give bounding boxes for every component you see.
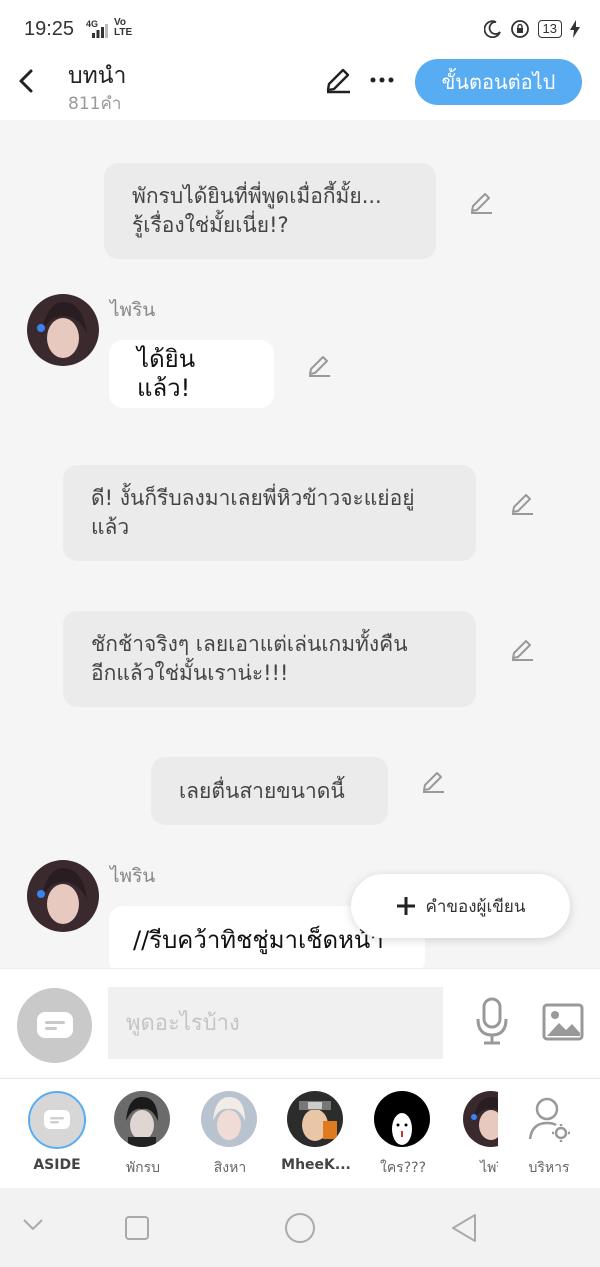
chat-area[interactable]: พักรบได้ยินที่พี่พูดเมื่อกี้มั้ย... รู้เ… — [0, 120, 600, 968]
character-label: สิงหา — [213, 1160, 247, 1176]
more-icon[interactable] — [370, 76, 394, 84]
edit-message-icon[interactable] — [306, 353, 332, 379]
edit-message-icon[interactable] — [468, 190, 494, 216]
home-icon[interactable] — [284, 1212, 316, 1244]
input-bar — [0, 968, 600, 1078]
volte-indicator: Vo LTE — [114, 17, 133, 38]
manage-characters[interactable]: บริหาร — [509, 1091, 589, 1181]
author-note-button[interactable]: คำของผู้เขียน — [351, 874, 570, 938]
plus-icon — [397, 897, 416, 915]
character-name: ไพริน — [110, 299, 156, 321]
edit-message-icon[interactable] — [420, 769, 446, 795]
rotation-lock-icon — [510, 20, 529, 38]
character-label: พักรบ — [125, 1160, 161, 1176]
avatar — [463, 1091, 498, 1147]
manage-users-icon — [528, 1097, 570, 1142]
character-aside[interactable]: ASIDE — [17, 1091, 97, 1181]
character-portrait — [27, 860, 99, 932]
character-label: MheeK... — [281, 1157, 351, 1173]
avatar — [374, 1091, 430, 1147]
edit-message-icon[interactable] — [509, 491, 535, 517]
charging-icon — [570, 20, 580, 38]
moon-icon — [483, 20, 501, 38]
back-icon[interactable] — [450, 1213, 478, 1243]
chat-bubble-icon — [44, 1110, 70, 1129]
avatar — [287, 1091, 343, 1147]
system-nav-bar — [0, 1188, 600, 1267]
page-title: บทนำ — [68, 63, 127, 89]
message-input[interactable] — [108, 987, 443, 1059]
character-bubble[interactable]: ได้ยินแล้ว! — [109, 340, 274, 408]
aside-avatar — [28, 1091, 86, 1149]
narration-bubble[interactable]: เลยตื่นสายขนาดนี้ — [151, 757, 388, 825]
character-portrait — [27, 294, 99, 366]
recent-apps-icon[interactable] — [124, 1215, 150, 1241]
status-bar: 19:25 4G Vo LTE 13 — [0, 0, 600, 58]
chat-bubble-icon — [36, 1011, 73, 1038]
edit-title-icon[interactable] — [324, 66, 352, 94]
author-note-label: คำของผู้เขียน — [425, 896, 526, 917]
battery-level: 13 — [537, 20, 562, 38]
character-item[interactable]: สิงหา — [190, 1091, 270, 1181]
message-text: พักรบได้ยินที่พี่พูดเมื่อกี้มั้ย... รู้เ… — [132, 184, 382, 237]
character-item[interactable]: ไพริ — [452, 1091, 498, 1181]
character-label: ใคร??? — [379, 1160, 426, 1176]
narration-bubble[interactable]: ดี! งั้นก็รีบลงมาเลยพี่หิวข้าวจะแย่อยู่ … — [63, 465, 476, 561]
word-count: 811คำ — [68, 94, 122, 114]
character-label: บริหาร — [528, 1160, 570, 1176]
message-text: ดี! งั้นก็รีบลงมาเลยพี่หิวข้าวจะแย่อยู่ … — [91, 486, 415, 539]
character-bar: ASIDE พักรบ สิงหา MheeK... ใคร??? ไพริ — [0, 1078, 600, 1188]
next-step-button[interactable]: ขั้นตอนต่อไป — [415, 59, 582, 105]
avatar[interactable] — [27, 860, 99, 932]
microphone-icon[interactable] — [474, 997, 510, 1045]
avatar — [114, 1091, 170, 1147]
message-text: //รีบคว้าทิชชู่มาเช็ดหน้า — [133, 925, 384, 954]
avatar[interactable] — [27, 294, 99, 366]
character-name: ไพริน — [110, 865, 156, 887]
message-text: ชักช้าจริงๆ เลยเอาแต่เล่นเกมทั้งคืน อีกแ… — [91, 632, 408, 685]
status-time: 19:25 — [24, 18, 75, 40]
image-icon[interactable] — [542, 1003, 584, 1041]
avatar — [201, 1091, 257, 1147]
edit-message-icon[interactable] — [509, 637, 535, 663]
narration-bubble[interactable]: พักรบได้ยินที่พี่พูดเมื่อกี้มั้ย... รู้เ… — [104, 163, 436, 259]
message-text: เลยตื่นสายขนาดนี้ — [179, 778, 345, 803]
character-label: ASIDE — [33, 1157, 81, 1173]
aside-toggle-button[interactable] — [17, 988, 92, 1063]
header: บทนำ 811คำ ขั้นตอนต่อไป — [0, 58, 600, 120]
back-arrow-icon[interactable] — [14, 66, 40, 96]
character-item[interactable]: MheeK... — [276, 1091, 356, 1181]
character-item[interactable]: พักรบ — [103, 1091, 183, 1181]
character-item[interactable]: ใคร??? — [363, 1091, 443, 1181]
signal-icon — [92, 24, 108, 38]
message-text: ได้ยินแล้ว! — [137, 345, 196, 402]
character-label: ไพริ — [480, 1160, 498, 1176]
narration-bubble[interactable]: ชักช้าจริงๆ เลยเอาแต่เล่นเกมทั้งคืน อีกแ… — [63, 611, 476, 707]
chevron-down-icon[interactable] — [22, 1218, 44, 1232]
